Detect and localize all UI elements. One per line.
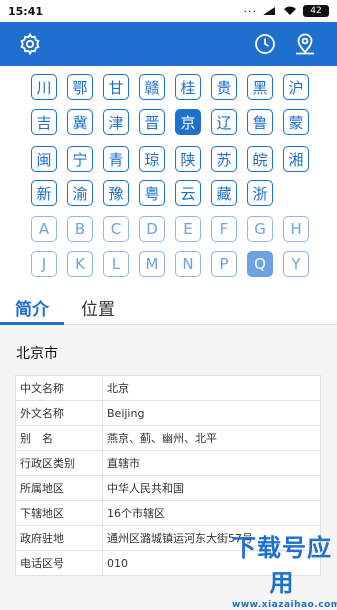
info-value: 直辖市 — [102, 450, 321, 476]
letter-button[interactable]: H — [283, 216, 309, 242]
letter-button[interactable]: D — [139, 216, 165, 242]
province-button[interactable]: 琼 — [139, 146, 165, 172]
province-row-2: 吉 冀 津 晋 京 辽 鲁 蒙 — [31, 109, 309, 135]
province-button[interactable]: 川 — [31, 74, 57, 100]
province-button[interactable]: 贵 — [211, 74, 237, 100]
wifi-icon — [284, 6, 296, 15]
province-button[interactable]: 桂 — [175, 74, 201, 100]
letter-button[interactable]: J — [31, 251, 57, 277]
letter-button[interactable]: E — [175, 216, 201, 242]
info-key: 中文名称 — [15, 375, 103, 401]
signal-icon — [263, 7, 275, 15]
info-value: 通州区潞城镇运河东大街57号 — [102, 525, 321, 551]
province-button[interactable]: 吉 — [31, 109, 57, 135]
table-row: 所属地区 中华人民共和国 — [15, 475, 321, 501]
clock-icon — [255, 34, 275, 54]
province-button[interactable]: 藏 — [211, 180, 237, 206]
letter-button[interactable]: B — [67, 216, 93, 242]
info-key: 行政区类别 — [15, 450, 103, 476]
info-value: 中华人民共和国 — [102, 475, 321, 501]
table-row: 别 名 燕京、蓟、幽州、北平 — [15, 425, 321, 451]
province-row-1: 川 鄂 甘 赣 桂 贵 黑 沪 — [31, 74, 309, 100]
status-indicators: ··· 42 — [243, 4, 329, 18]
gear-icon — [20, 32, 40, 56]
location-pin-icon — [296, 33, 314, 55]
province-button[interactable]: 甘 — [103, 74, 129, 100]
table-row: 行政区类别 直辖市 — [15, 450, 321, 476]
tab-location[interactable]: 位置 — [64, 290, 132, 324]
province-button[interactable]: 辽 — [211, 109, 237, 135]
letter-button[interactable]: L — [103, 251, 129, 277]
info-key: 所属地区 — [15, 475, 103, 501]
table-row: 中文名称 北京 — [15, 375, 321, 401]
table-row: 政府驻地 通州区潞城镇运河东大街57号 — [15, 525, 321, 551]
letter-button[interactable]: N — [175, 251, 201, 277]
info-key: 别 名 — [15, 425, 103, 451]
table-row: 电话区号 010 — [15, 550, 321, 576]
province-button[interactable]: 新 — [31, 180, 57, 206]
content-panel: 北京市 中文名称 北京 外文名称 Beijing 别 名 燕京、蓟、幽州、北平 … — [0, 325, 337, 600]
table-row: 下辖地区 16个市辖区 — [15, 500, 321, 526]
province-button[interactable]: 云 — [175, 180, 201, 206]
letter-row-2: J K L M N P Q Y — [31, 251, 309, 277]
province-button[interactable]: 豫 — [103, 180, 129, 206]
letter-button[interactable]: P — [211, 251, 237, 277]
letter-button[interactable]: M — [139, 251, 165, 277]
history-button[interactable] — [243, 22, 287, 66]
province-button[interactable]: 皖 — [247, 146, 273, 172]
province-button[interactable]: 闽 — [31, 146, 57, 172]
province-button[interactable]: 晋 — [139, 109, 165, 135]
province-button[interactable]: 湘 — [283, 146, 309, 172]
letter-button[interactable]: C — [103, 216, 129, 242]
province-letter-grid: 川 鄂 甘 赣 桂 贵 黑 沪 吉 冀 津 晋 京 辽 鲁 蒙 闽 宁 青 琼 … — [0, 66, 337, 290]
province-button[interactable]: 浙 — [247, 180, 273, 206]
city-title: 北京市 — [16, 346, 58, 362]
info-key: 下辖地区 — [15, 500, 103, 526]
battery-indicator: 42 — [303, 5, 329, 17]
tab-intro[interactable]: 简介 — [0, 290, 64, 324]
province-button[interactable]: 冀 — [67, 109, 93, 135]
status-time: 15:41 — [8, 4, 44, 18]
letter-row-1: A B C D E F G H — [31, 216, 309, 242]
info-key: 外文名称 — [15, 400, 103, 426]
info-value: 北京 — [102, 375, 321, 401]
province-button[interactable]: 黑 — [247, 74, 273, 100]
status-bar: 15:41 ··· 42 — [0, 0, 337, 22]
province-button[interactable]: 鲁 — [247, 109, 273, 135]
letter-button[interactable]: Y — [283, 251, 309, 277]
province-button[interactable]: 陕 — [175, 146, 201, 172]
province-button[interactable]: 津 — [103, 109, 129, 135]
province-row-4: 新 渝 豫 粤 云 藏 浙 — [31, 180, 273, 206]
province-button[interactable]: 宁 — [67, 146, 93, 172]
province-button[interactable]: 鄂 — [67, 74, 93, 100]
province-button[interactable]: 青 — [103, 146, 129, 172]
settings-button[interactable] — [8, 22, 52, 66]
letter-button-selected[interactable]: Q — [247, 251, 273, 277]
info-value: Beijing — [102, 400, 321, 426]
status-dots: ··· — [243, 4, 257, 18]
letter-button[interactable]: G — [247, 216, 273, 242]
info-value: 燕京、蓟、幽州、北平 — [102, 425, 321, 451]
letter-button[interactable]: A — [31, 216, 57, 242]
letter-button[interactable]: F — [211, 216, 237, 242]
watermark-url: www.xiazaihao.com — [232, 600, 337, 610]
province-button[interactable]: 蒙 — [283, 109, 309, 135]
letter-button[interactable]: K — [67, 251, 93, 277]
province-button[interactable]: 渝 — [67, 180, 93, 206]
province-button[interactable]: 赣 — [139, 74, 165, 100]
app-bar — [0, 22, 337, 66]
info-key: 政府驻地 — [15, 525, 103, 551]
province-button[interactable]: 沪 — [283, 74, 309, 100]
info-value: 16个市辖区 — [102, 500, 321, 526]
info-value: 010 — [102, 550, 321, 576]
province-row-3: 闽 宁 青 琼 陕 苏 皖 湘 — [31, 146, 309, 172]
info-key: 电话区号 — [15, 550, 103, 576]
tab-bar: 简介 位置 — [0, 290, 337, 325]
table-row: 外文名称 Beijing — [15, 400, 321, 426]
province-button-selected[interactable]: 京 — [175, 109, 201, 135]
location-button[interactable] — [283, 22, 327, 66]
province-button[interactable]: 粤 — [139, 180, 165, 206]
province-button[interactable]: 苏 — [211, 146, 237, 172]
info-table: 中文名称 北京 外文名称 Beijing 别 名 燕京、蓟、幽州、北平 行政区类… — [15, 375, 321, 576]
